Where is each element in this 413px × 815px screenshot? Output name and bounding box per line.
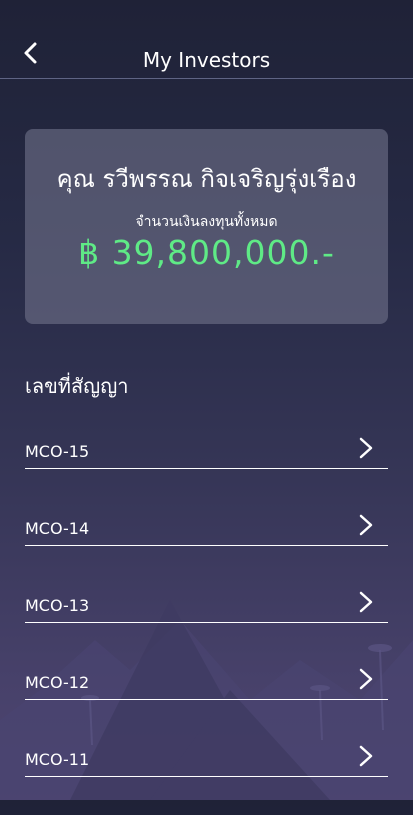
total-investment-amount: ฿ 39,800,000.- (78, 233, 335, 272)
contract-label: MCO-11 (25, 750, 90, 769)
page-title: My Investors (142, 48, 271, 72)
contract-item-mco-13[interactable]: MCO-13 (25, 584, 388, 623)
contract-item-mco-11[interactable]: MCO-11 (25, 738, 388, 777)
investor-summary-card: คุณ รวีพรรณ กิจเจริญรุ่งเรือง จำนวนเงินล… (25, 129, 388, 324)
chevron-right-icon (359, 514, 373, 536)
header-divider (0, 78, 413, 79)
contract-item-mco-15[interactable]: MCO-15 (25, 430, 388, 469)
contract-list: MCO-15 MCO-14 MCO-13 MCO-12 MCO-11 (25, 430, 388, 815)
chevron-right-icon (359, 745, 373, 767)
contract-item-mco-12[interactable]: MCO-12 (25, 661, 388, 700)
contract-item-mco-14[interactable]: MCO-14 (25, 507, 388, 546)
investor-name: คุณ รวีพรรณ กิจเจริญรุ่งเรือง (56, 165, 357, 193)
chevron-right-icon (359, 668, 373, 690)
contract-label: MCO-14 (25, 519, 90, 538)
contract-label: MCO-12 (25, 673, 90, 692)
chevron-right-icon (359, 437, 373, 459)
contract-number-heading: เลขที่สัญญา (25, 374, 129, 398)
chevron-right-icon (359, 591, 373, 613)
app-header: My Investors (0, 0, 413, 79)
total-investment-label: จำนวนเงินลงทุนทั้งหมด (135, 214, 278, 230)
contract-label: MCO-13 (25, 596, 90, 615)
contract-label: MCO-15 (25, 442, 90, 461)
